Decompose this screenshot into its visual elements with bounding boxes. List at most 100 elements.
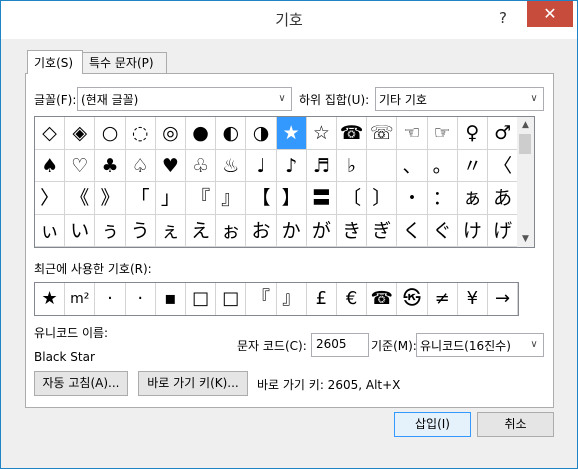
symbol-cell[interactable]: ぇ: [155, 214, 186, 247]
symbol-cell[interactable]: 《: [65, 182, 96, 215]
recent-symbol-cell[interactable]: 』: [277, 283, 307, 315]
symbol-cell[interactable]: 〓: [306, 182, 337, 215]
symbol-cell[interactable]: ：: [427, 182, 458, 215]
symbol-cell[interactable]: ☏: [367, 117, 398, 150]
symbol-cell[interactable]: 。: [427, 149, 458, 182]
recent-symbols-list[interactable]: ★ m² · · ▪ □ □ 『』 £ € ☎ ㉿ ≠ ¥ →: [34, 282, 519, 316]
symbol-cell[interactable]: 〃: [457, 149, 488, 182]
symbol-cell[interactable]: 』: [216, 182, 247, 215]
symbol-cell[interactable]: 〉: [35, 182, 66, 215]
insert-button[interactable]: 삽입(I): [394, 412, 471, 437]
symbol-cell[interactable]: ◐: [216, 117, 247, 150]
symbol-cell[interactable]: ♭: [337, 149, 368, 182]
recent-symbol-cell[interactable]: ≠: [428, 283, 458, 315]
recent-symbol-cell[interactable]: □: [216, 283, 247, 315]
char-code-input[interactable]: 2605: [311, 333, 369, 357]
symbol-cell[interactable]: ♪: [276, 149, 307, 182]
scroll-thumb[interactable]: [519, 134, 531, 154]
font-select[interactable]: (현재 글꼴) ∨: [77, 87, 292, 111]
symbol-cell[interactable]: ぅ: [95, 214, 126, 247]
symbol-cell[interactable]: ♂: [488, 117, 519, 150]
scroll-up-icon[interactable]: ▲: [517, 117, 534, 133]
symbol-cell[interactable]: ♀: [457, 117, 488, 150]
recent-symbol-cell[interactable]: ☎: [367, 283, 398, 315]
symbol-cell[interactable]: ◇: [35, 117, 66, 150]
shortcut-key-button[interactable]: 바로 가기 키(K)...: [138, 371, 248, 396]
symbol-cell[interactable]: ☆: [306, 117, 337, 150]
symbol-cell[interactable]: ・: [397, 182, 428, 215]
symbol-cell[interactable]: 『: [186, 182, 217, 215]
symbol-cell[interactable]: 】: [276, 182, 307, 215]
symbol-cell[interactable]: か: [276, 214, 307, 247]
symbol-cell[interactable]: 」: [155, 182, 186, 215]
recent-symbol-cell[interactable]: □: [186, 283, 217, 315]
title-bar: 기호 ? ✕: [1, 1, 577, 39]
symbol-cell[interactable]: 〕: [367, 182, 398, 215]
symbol-cell[interactable]: ♩: [246, 149, 277, 182]
symbol-cell[interactable]: ぎ: [367, 214, 398, 247]
symbol-cell[interactable]: け: [457, 214, 488, 247]
symbol-cell[interactable]: え: [186, 214, 217, 247]
symbol-cell[interactable]: ♨: [216, 149, 247, 182]
recent-symbol-cell[interactable]: ㉿: [397, 283, 428, 315]
symbol-cell[interactable]: ぃ: [35, 214, 66, 247]
scroll-down-icon[interactable]: ▼: [517, 231, 534, 247]
symbol-grid[interactable]: ◇ ◈ ○ ◌ ◎ ● ◐ ◑ ★ ☆ ☎ ☏ ☜ ☞ ♀ ♂ ♠ ♡ ♣ ♤ ♥ ♧ ♨ ♩ ♪ ♬ ♭ 、。〃〈〉《》「」『』【】…: [34, 116, 519, 248]
symbol-cell[interactable]: 、: [397, 149, 428, 182]
recent-symbol-cell[interactable]: £: [307, 283, 337, 315]
symbol-cell[interactable]: き: [337, 214, 368, 247]
symbol-cell[interactable]: ○: [95, 117, 126, 150]
recent-symbol-cell[interactable]: ★: [35, 283, 66, 315]
symbol-cell[interactable]: ♠: [35, 149, 66, 182]
symbol-cell[interactable]: ぐ: [427, 214, 458, 247]
symbol-cell[interactable]: げ: [488, 214, 519, 247]
symbol-cell[interactable]: あ: [488, 182, 519, 215]
symbol-cell[interactable]: い: [65, 214, 96, 247]
subset-select[interactable]: 기타 기호 ∨: [375, 87, 544, 111]
recent-symbol-cell[interactable]: →: [488, 283, 519, 315]
symbol-cell[interactable]: ぉ: [216, 214, 247, 247]
recent-symbol-cell[interactable]: ▪: [156, 283, 186, 315]
symbol-cell[interactable]: ♡: [65, 149, 96, 182]
symbol-cell[interactable]: ◈: [65, 117, 96, 150]
symbol-cell[interactable]: 【: [246, 182, 277, 215]
symbol-cell[interactable]: く: [397, 214, 428, 247]
symbol-cell[interactable]: ★: [276, 117, 307, 150]
symbol-cell[interactable]: ぁ: [457, 182, 488, 215]
recent-symbol-cell[interactable]: 『: [246, 283, 277, 315]
recent-symbol-cell[interactable]: ·: [126, 283, 156, 315]
symbol-cell[interactable]: ◌: [125, 117, 156, 150]
recent-symbol-cell[interactable]: ·: [95, 283, 126, 315]
symbol-cell[interactable]: ♥: [155, 149, 186, 182]
symbol-cell[interactable]: ●: [186, 117, 217, 150]
symbol-cell[interactable]: ☜: [397, 117, 428, 150]
recent-symbol-cell[interactable]: €: [337, 283, 368, 315]
close-button[interactable]: ✕: [527, 1, 573, 27]
recent-symbol-cell[interactable]: m²: [65, 283, 96, 315]
unicode-name-label: 유니코드 이름:: [34, 326, 109, 340]
symbol-cell[interactable]: 》: [95, 182, 126, 215]
help-button[interactable]: ?: [489, 7, 517, 29]
symbol-cell[interactable]: 〔: [337, 182, 368, 215]
base-select[interactable]: 유니코드(16진수) ∨: [416, 333, 544, 357]
symbol-cell[interactable]: ♧: [186, 149, 217, 182]
symbol-cell[interactable]: う: [125, 214, 156, 247]
symbol-cell[interactable]: ♣: [95, 149, 126, 182]
symbol-cell[interactable]: 〈: [488, 149, 519, 182]
symbol-cell[interactable]: ♬: [306, 149, 337, 182]
tab-special-characters[interactable]: 특수 문자(P): [82, 52, 167, 74]
symbol-cell[interactable]: ☎: [337, 117, 368, 150]
symbol-cell[interactable]: ♤: [125, 149, 156, 182]
tab-symbols[interactable]: 기호(S): [27, 50, 83, 74]
symbol-cell[interactable]: 「: [125, 182, 156, 215]
symbol-cell[interactable]: ☞: [427, 117, 458, 150]
autocorrect-button[interactable]: 자동 고침(A)...: [34, 371, 128, 396]
symbol-grid-scrollbar[interactable]: ▲ ▼: [517, 116, 535, 248]
symbol-cell[interactable]: ◎: [155, 117, 186, 150]
symbol-cell[interactable]: お: [246, 214, 277, 247]
recent-symbol-cell[interactable]: ¥: [458, 283, 488, 315]
symbol-cell[interactable]: [367, 149, 398, 182]
symbol-cell[interactable]: が: [306, 214, 337, 247]
cancel-button[interactable]: 취소: [477, 412, 554, 437]
symbol-cell[interactable]: ◑: [246, 117, 277, 150]
